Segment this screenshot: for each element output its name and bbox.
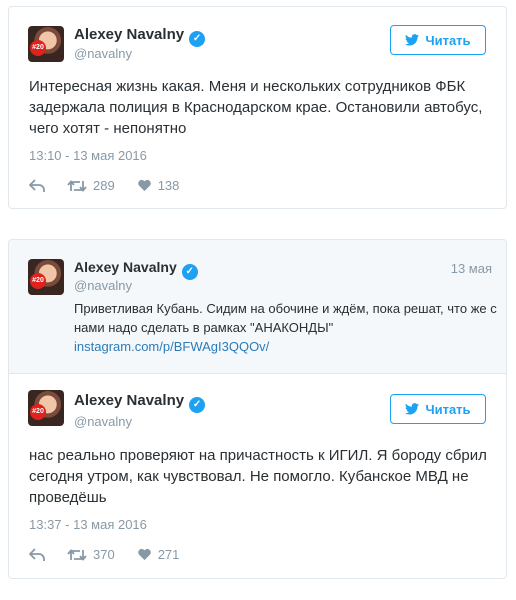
like-button[interactable]: 271: [137, 547, 180, 562]
quoted-date[interactable]: 13 мая: [451, 261, 492, 276]
heart-icon: [137, 548, 151, 561]
like-count: 271: [157, 547, 180, 562]
author-name-text: Alexey Navalny: [74, 259, 177, 275]
quoted-link[interactable]: instagram.com/p/BFWAgI3QQOv/: [74, 339, 269, 354]
author-name-text: Alexey Navalny: [74, 26, 185, 43]
quoted-text: Приветливая Кубань. Сидим на обочине и ж…: [74, 299, 504, 356]
reply-icon: [29, 178, 45, 192]
reply-button[interactable]: [29, 547, 45, 562]
retweet-icon: [67, 548, 87, 561]
verified-badge-icon: ✓: [189, 31, 206, 47]
author-name[interactable]: Alexey Navalny ✓: [74, 392, 206, 413]
reply-icon: [29, 547, 45, 561]
avatar[interactable]: #20: [28, 390, 64, 426]
follow-button-label: Читать: [425, 401, 471, 417]
retweet-button[interactable]: 289: [67, 178, 115, 193]
quoted-text-body: Приветливая Кубань. Сидим на обочине и ж…: [74, 301, 497, 335]
author-name[interactable]: Alexey Navalny ✓: [74, 259, 198, 280]
author-name-text: Alexey Navalny: [74, 392, 185, 409]
tweet-text: Интересная жизнь какая. Меня и нескольки…: [29, 78, 483, 137]
tweet-card: #20 Alexey Navalny ✓ @navalny 13 мая Прив…: [8, 239, 507, 579]
verified-badge-icon: ✓: [189, 397, 206, 413]
tweet-card: #20 Alexey Navalny ✓ @navalny Читать Инте…: [8, 6, 507, 209]
verified-badge-icon: ✓: [181, 264, 198, 280]
tweet-actions: 370 271: [29, 547, 201, 562]
twitter-bird-icon: [405, 34, 420, 46]
like-count: 138: [157, 178, 180, 193]
retweet-button[interactable]: 370: [67, 547, 115, 562]
tweet-text: нас реально проверяют на причастность к …: [29, 447, 487, 506]
quoted-tweet[interactable]: #20 Alexey Navalny ✓ @navalny 13 мая Прив…: [9, 240, 506, 374]
follow-button-label: Читать: [425, 32, 471, 48]
author-handle[interactable]: @navalny: [74, 414, 132, 429]
follow-button[interactable]: Читать: [390, 394, 486, 424]
avatar[interactable]: #20: [28, 26, 64, 62]
author-name[interactable]: Alexey Navalny ✓: [74, 26, 206, 47]
like-button[interactable]: 138: [137, 178, 180, 193]
follow-button[interactable]: Читать: [390, 25, 486, 55]
reply-button[interactable]: [29, 178, 45, 193]
tweet-timestamp[interactable]: 13:10 - 13 мая 2016: [29, 148, 147, 163]
avatar-badge: #20: [30, 273, 46, 289]
retweet-count: 289: [93, 178, 115, 193]
avatar[interactable]: #20: [28, 259, 64, 295]
retweet-count: 370: [93, 547, 115, 562]
avatar-badge: #20: [30, 404, 46, 420]
author-handle[interactable]: @navalny: [74, 278, 132, 293]
avatar-badge: #20: [30, 40, 46, 56]
tweet-timestamp[interactable]: 13:37 - 13 мая 2016: [29, 517, 147, 532]
heart-icon: [137, 179, 151, 192]
twitter-bird-icon: [405, 403, 420, 415]
author-handle[interactable]: @navalny: [74, 46, 132, 61]
tweet-actions: 289 138: [29, 178, 201, 193]
retweet-icon: [67, 179, 87, 192]
